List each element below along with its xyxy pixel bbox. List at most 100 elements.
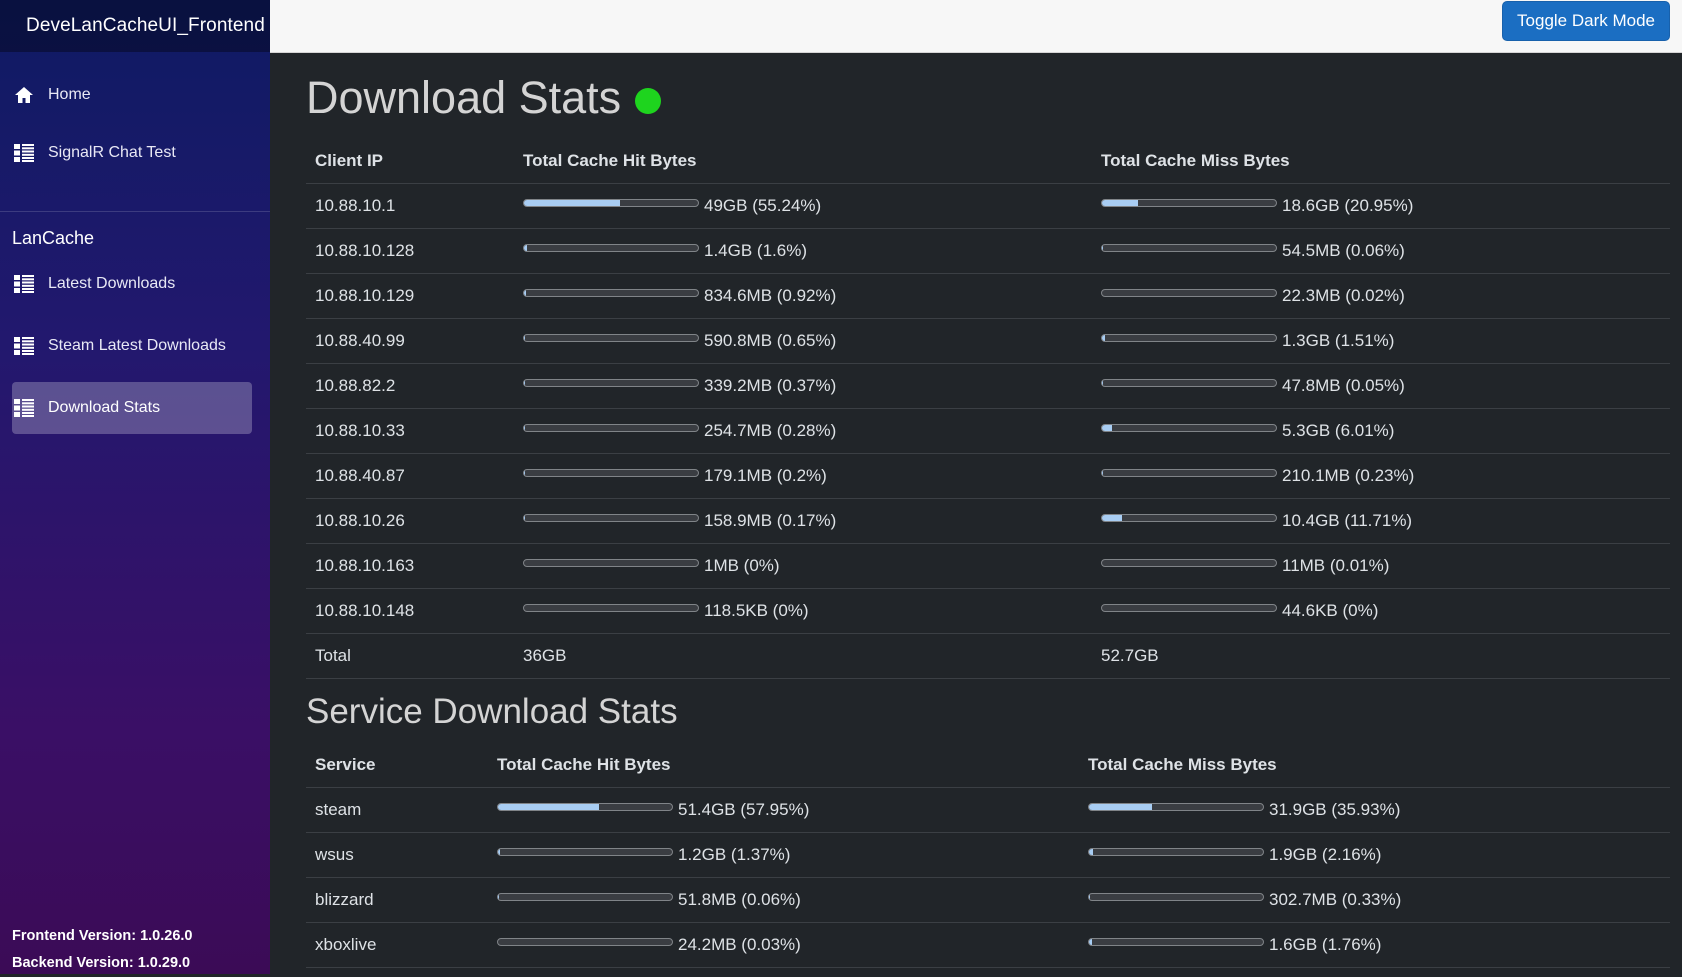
cache-miss-cell: 47.8MB (0.05%) (1092, 364, 1670, 409)
progress-bar (523, 559, 699, 567)
progress-bar (1101, 334, 1277, 342)
sidebar-item-download-stats[interactable]: Download Stats (12, 382, 252, 434)
bytes-value: 18.6GB (20.95%) (1282, 196, 1413, 216)
column-header: Total Cache Miss Bytes (1092, 138, 1670, 184)
bar-cell: 210.1MB (0.23%) (1101, 466, 1670, 486)
bar-cell: 590.8MB (0.65%) (523, 331, 1092, 351)
progress-bar-fill (524, 200, 620, 206)
table-header-row: Client IP Total Cache Hit Bytes Total Ca… (306, 138, 1670, 184)
cache-miss-cell: 10.4GB (11.71%) (1092, 499, 1670, 544)
column-header: Total Cache Miss Bytes (1079, 742, 1670, 788)
bar-cell: 51.8MB (0.06%) (497, 890, 1079, 910)
table-row: 10.88.10.33254.7MB (0.28%)5.3GB (6.01%) (306, 409, 1670, 454)
progress-bar (523, 289, 699, 297)
bar-cell: 47.8MB (0.05%) (1101, 376, 1670, 396)
cache-hit-cell: 1MB (0%) (514, 544, 1092, 589)
progress-bar (1088, 893, 1264, 901)
progress-bar-fill (1089, 849, 1093, 855)
bar-cell: 1.9GB (2.16%) (1088, 845, 1670, 865)
bytes-value: 1.9GB (2.16%) (1269, 845, 1381, 865)
progress-bar (497, 893, 673, 901)
progress-bar (1101, 514, 1277, 522)
bar-cell: 1MB (0%) (523, 556, 1092, 576)
sidebar-item-steam-latest-downloads[interactable]: Steam Latest Downloads (12, 320, 252, 372)
table-header-row: Service Total Cache Hit Bytes Total Cach… (306, 742, 1670, 788)
cache-hit-cell: 118.5KB (0%) (514, 589, 1092, 634)
bar-cell: 1.4GB (1.6%) (523, 241, 1092, 261)
progress-bar (497, 803, 673, 811)
cache-hit-cell: 51.8MB (0.06%) (488, 878, 1079, 923)
sidebar-item-label: Home (48, 86, 91, 104)
cache-hit-cell: 158.9MB (0.17%) (514, 499, 1092, 544)
cache-miss-cell: 5.3GB (6.01%) (1092, 409, 1670, 454)
progress-bar (497, 938, 673, 946)
sidebar-item-label: Download Stats (48, 399, 160, 417)
table-row: 10.88.40.99590.8MB (0.65%)1.3GB (1.51%) (306, 319, 1670, 364)
sidebar-item-label: Latest Downloads (48, 275, 175, 293)
cache-miss-cell: 44.6KB (0%) (1092, 589, 1670, 634)
client-ip-cell: 10.88.10.129 (306, 274, 514, 319)
sidebar-item-latest-downloads[interactable]: Latest Downloads (12, 258, 252, 310)
sidebar-item-label: Steam Latest Downloads (48, 337, 226, 355)
bytes-value: 590.8MB (0.65%) (704, 331, 836, 351)
frontend-version: Frontend Version: 1.0.26.0 (12, 923, 193, 950)
bytes-value: 5.3GB (6.01%) (1282, 421, 1394, 441)
table-row: 10.88.10.1281.4GB (1.6%)54.5MB (0.06%) (306, 229, 1670, 274)
toggle-dark-mode-button[interactable]: Toggle Dark Mode (1502, 1, 1670, 41)
connection-status-indicator (635, 88, 661, 114)
bar-cell: 339.2MB (0.37%) (523, 376, 1092, 396)
app-brand[interactable]: DeveLanCacheUI_Frontend (0, 0, 270, 52)
column-header: Total Cache Hit Bytes (488, 742, 1079, 788)
sidebar: DeveLanCacheUI_Frontend Home SignalR Cha… (0, 0, 270, 974)
progress-bar (523, 604, 699, 612)
table-row: 10.88.82.2339.2MB (0.37%)47.8MB (0.05%) (306, 364, 1670, 409)
sidebar-item-signalr-chat-test[interactable]: SignalR Chat Test (12, 127, 252, 179)
bytes-value: 158.9MB (0.17%) (704, 511, 836, 531)
progress-bar (1088, 848, 1264, 856)
total-miss-cell: 52.7GB (1092, 634, 1670, 679)
bar-cell: 31.9GB (35.93%) (1088, 800, 1670, 820)
progress-bar (497, 848, 673, 856)
cache-miss-cell: 1.6GB (1.76%) (1079, 923, 1670, 968)
version-info: Frontend Version: 1.0.26.0 Backend Versi… (12, 923, 193, 977)
backend-version: Backend Version: 1.0.29.0 (12, 950, 193, 977)
bar-cell: 118.5KB (0%) (523, 601, 1092, 621)
table-row: steam51.4GB (57.95%)31.9GB (35.93%) (306, 788, 1670, 833)
sidebar-item-home[interactable]: Home (12, 69, 252, 121)
bar-cell: 24.2MB (0.03%) (497, 935, 1079, 955)
bar-cell: 11MB (0.01%) (1101, 556, 1670, 576)
sidebar-divider (0, 211, 270, 212)
table-row: blizzard51.8MB (0.06%)302.7MB (0.33%) (306, 878, 1670, 923)
progress-bar (1101, 379, 1277, 387)
table-row: wsus1.2GB (1.37%)1.9GB (2.16%) (306, 833, 1670, 878)
cache-hit-cell: 49GB (55.24%) (514, 184, 1092, 229)
cache-miss-cell: 1.9GB (2.16%) (1079, 833, 1670, 878)
bytes-value: 22.3MB (0.02%) (1282, 286, 1405, 306)
progress-bar (1101, 244, 1277, 252)
progress-bar (1101, 199, 1277, 207)
progress-bar (523, 424, 699, 432)
bar-cell: 158.9MB (0.17%) (523, 511, 1092, 531)
progress-bar (1101, 424, 1277, 432)
cache-hit-cell: 1.4GB (1.6%) (514, 229, 1092, 274)
bar-cell: 10.4GB (11.71%) (1101, 511, 1670, 531)
progress-bar-fill (498, 849, 500, 855)
bytes-value: 51.8MB (0.06%) (678, 890, 801, 910)
progress-bar (523, 469, 699, 477)
bar-cell: 5.3GB (6.01%) (1101, 421, 1670, 441)
bytes-value: 1.4GB (1.6%) (704, 241, 807, 261)
client-ip-cell: 10.88.10.1 (306, 184, 514, 229)
bytes-value: 118.5KB (0%) (704, 601, 809, 621)
client-ip-cell: 10.88.10.26 (306, 499, 514, 544)
client-ip-cell: 10.88.10.33 (306, 409, 514, 454)
bar-cell: 179.1MB (0.2%) (523, 466, 1092, 486)
list-icon (12, 144, 36, 162)
app-title[interactable]: DeveLanCacheUI_Frontend (26, 15, 265, 37)
client-ip-cell: 10.88.10.128 (306, 229, 514, 274)
sidebar-section-lancache: LanCache (12, 228, 94, 249)
bytes-value: 24.2MB (0.03%) (678, 935, 801, 955)
progress-bar (1101, 289, 1277, 297)
cache-hit-cell: 834.6MB (0.92%) (514, 274, 1092, 319)
progress-bar (523, 244, 699, 252)
table-row: 10.88.10.148118.5KB (0%)44.6KB (0%) (306, 589, 1670, 634)
